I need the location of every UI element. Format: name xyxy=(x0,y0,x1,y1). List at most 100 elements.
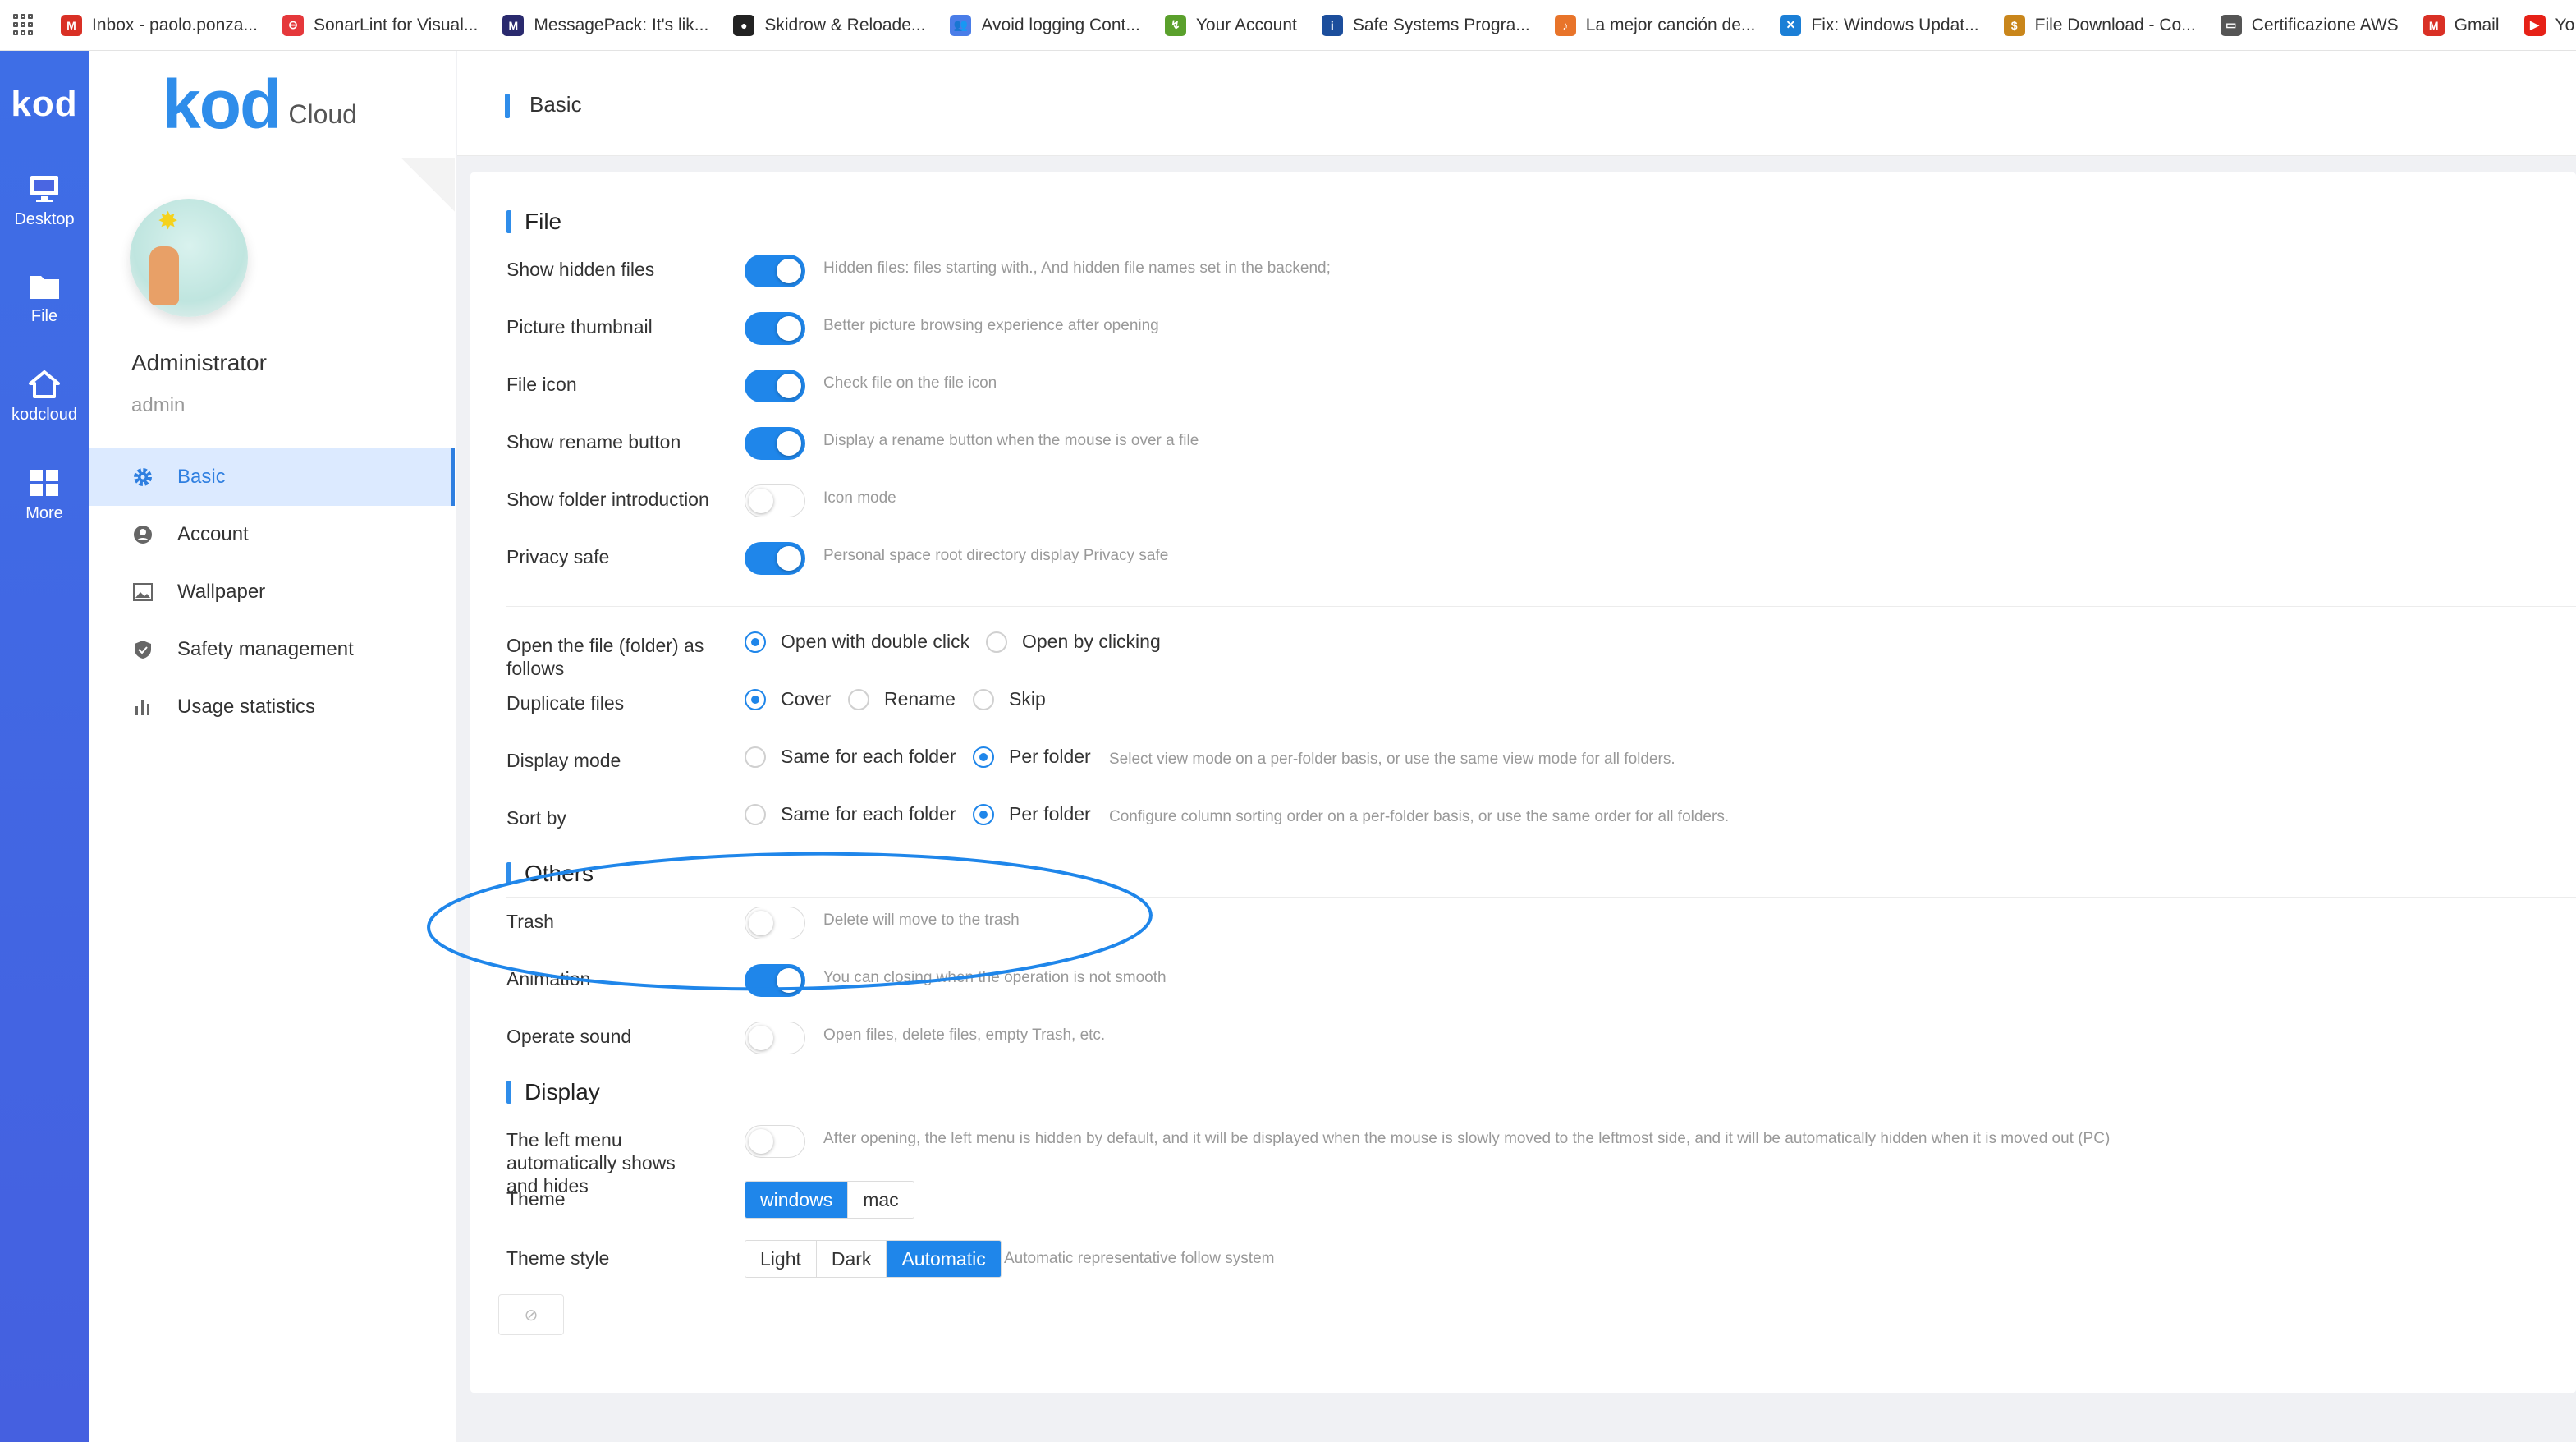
setting-desc: Open files, delete files, empty Trash, e… xyxy=(823,1026,1106,1044)
rail-item-file[interactable]: File xyxy=(0,273,89,326)
bookmark-label: MessagePack: It's lik... xyxy=(534,15,709,34)
theme-style-selector: Light Dark Automatic xyxy=(745,1240,1002,1278)
bookmark-item[interactable]: $ File Download - Co... xyxy=(2003,14,2196,36)
brand-logo: kod Cloud xyxy=(163,70,357,139)
section-accent xyxy=(506,210,511,233)
radio-sort-per-folder[interactable]: Per folder xyxy=(973,803,1091,825)
rail-item-desktop[interactable]: Desktop xyxy=(0,174,89,229)
bookmark-item[interactable]: ▭ Certificazione AWS xyxy=(2220,14,2399,36)
setting-desc: Delete will move to the trash xyxy=(823,912,1020,929)
radio-duplicate-rename[interactable]: Rename xyxy=(848,688,956,710)
apps-icon[interactable] xyxy=(13,13,33,37)
setting-label: File icon xyxy=(506,374,577,395)
app-rail: kod Desktop File kodcloud More xyxy=(0,51,89,1442)
settings-sidebar: kod Cloud ✸ Administrator admin Basic Ac… xyxy=(89,51,456,1442)
setting-desc: Configure column sorting order on a per-… xyxy=(1109,808,1730,825)
song-icon: ♪ xyxy=(1554,14,1576,36)
setting-label: Theme xyxy=(506,1188,566,1210)
people-icon: 👥 xyxy=(950,14,972,36)
theme-style-automatic[interactable]: Automatic xyxy=(887,1241,1001,1277)
theme-style-light[interactable]: Light xyxy=(745,1241,817,1277)
radio-open-click[interactable]: Open by clicking xyxy=(986,631,1161,653)
toggle-rename-button[interactable] xyxy=(745,427,805,460)
section-others: Others xyxy=(506,861,594,887)
bookmark-item[interactable]: ✕ Fix: Windows Updat... xyxy=(1780,14,1979,36)
bookmark-item[interactable]: 👥 Avoid logging Cont... xyxy=(950,14,1140,36)
rail-item-kodcloud[interactable]: kodcloud xyxy=(0,370,89,425)
radio-duplicate-skip[interactable]: Skip xyxy=(973,688,1046,710)
toggle-privacy-safe[interactable] xyxy=(745,542,805,575)
sidebar-item-basic[interactable]: Basic xyxy=(89,448,455,506)
bookmark-item[interactable]: M Inbox - paolo.ponza... xyxy=(61,14,258,36)
theme-style-dark[interactable]: Dark xyxy=(816,1241,887,1277)
header-accent xyxy=(505,94,510,118)
radio-duplicate-cover[interactable]: Cover xyxy=(745,688,831,710)
radio-display-same[interactable]: Same for each folder xyxy=(745,746,956,768)
theme-option-windows[interactable]: windows xyxy=(745,1182,849,1218)
bookmark-label: Yo xyxy=(2555,15,2575,34)
radio-label: Same for each folder xyxy=(781,803,956,824)
sidebar-item-label: Basic xyxy=(177,466,226,488)
setting-label: Open the file (folder) as follows xyxy=(506,635,704,679)
radio-sort-same[interactable]: Same for each folder xyxy=(745,803,956,825)
help-icon: ⊘ xyxy=(524,1306,539,1325)
radio-display-per-folder[interactable]: Per folder xyxy=(973,746,1091,768)
bookmark-label: Your Account xyxy=(1195,15,1297,34)
user-name: Administrator xyxy=(131,350,267,375)
toggle-animation[interactable] xyxy=(745,964,805,997)
sidebar-item-label: Safety management xyxy=(177,638,354,660)
rail-item-more[interactable]: More xyxy=(0,468,89,523)
bookmark-item[interactable]: ♪ La mejor canción de... xyxy=(1554,14,1755,36)
setting-desc: Automatic representative follow system xyxy=(1004,1250,1275,1267)
bookmark-label: Fix: Windows Updat... xyxy=(1811,15,1979,34)
setting-desc: Hidden files: files starting with., And … xyxy=(823,259,1331,277)
toggle-folder-introduction[interactable] xyxy=(745,484,805,517)
page-header: Basic xyxy=(457,51,2576,156)
toggle-left-menu-autohide[interactable] xyxy=(745,1125,805,1158)
info-icon: i xyxy=(1321,14,1343,36)
sidebar-item-label: Account xyxy=(177,523,249,545)
sidebar-item-usage[interactable]: Usage statistics xyxy=(89,678,455,736)
folder-icon: ▭ xyxy=(2220,14,2242,36)
toggle-hidden-files[interactable] xyxy=(745,255,805,287)
bookmark-label: Avoid logging Cont... xyxy=(981,15,1140,34)
theme-option-mac[interactable]: mac xyxy=(848,1182,914,1218)
account-icon: ↯ xyxy=(1164,14,1186,36)
setting-label: Operate sound xyxy=(506,1026,632,1047)
bookmark-item[interactable]: ⊖ SonarLint for Visual... xyxy=(282,14,479,36)
bookmark-item[interactable]: ▶ Yo xyxy=(2523,14,2575,36)
rail-label-kodcloud: kodcloud xyxy=(11,406,78,424)
section-display: Display xyxy=(506,1079,600,1105)
radio-label: Cover xyxy=(781,688,832,710)
radio-open-double-click[interactable]: Open with double click xyxy=(745,631,969,653)
sidebar-item-account[interactable]: Account xyxy=(89,506,455,563)
avatar-star: ✸ xyxy=(158,208,179,235)
toggle-picture-thumbnail[interactable] xyxy=(745,312,805,345)
section-divider xyxy=(506,606,2576,607)
bookmark-item[interactable]: M MessagePack: It's lik... xyxy=(502,14,709,36)
qr-corner-icon[interactable] xyxy=(401,158,455,212)
bookmark-label: Certificazione AWS xyxy=(2251,15,2399,34)
bookmark-item[interactable]: ↯ Your Account xyxy=(1164,14,1297,36)
bookmark-item[interactable]: ● Skidrow & Reloade... xyxy=(733,14,925,36)
youtube-icon: ▶ xyxy=(2523,14,2546,36)
section-accent xyxy=(506,1081,511,1104)
user-icon xyxy=(131,523,154,546)
bookmark-item[interactable]: i Safe Systems Progra... xyxy=(1321,14,1530,36)
toggle-file-icon[interactable] xyxy=(745,370,805,402)
bookmark-item[interactable]: M Gmail xyxy=(2422,14,2500,36)
toggle-trash[interactable] xyxy=(745,907,805,939)
section-accent xyxy=(506,862,511,885)
rail-logo[interactable]: kod xyxy=(0,84,89,125)
section-title: Others xyxy=(525,861,594,886)
grid-icon xyxy=(30,470,58,496)
sidebar-item-safety[interactable]: Safety management xyxy=(89,621,455,678)
help-button[interactable]: ⊘ xyxy=(498,1294,564,1335)
sidebar-item-label: Usage statistics xyxy=(177,696,316,718)
bookmark-label: SonarLint for Visual... xyxy=(313,15,479,34)
radio-label: Open with double click xyxy=(781,631,970,652)
toggle-operate-sound[interactable] xyxy=(745,1022,805,1054)
avatar[interactable]: ✸ xyxy=(130,199,248,317)
setting-desc: Check file on the file icon xyxy=(823,374,997,392)
sidebar-item-wallpaper[interactable]: Wallpaper xyxy=(89,563,455,621)
